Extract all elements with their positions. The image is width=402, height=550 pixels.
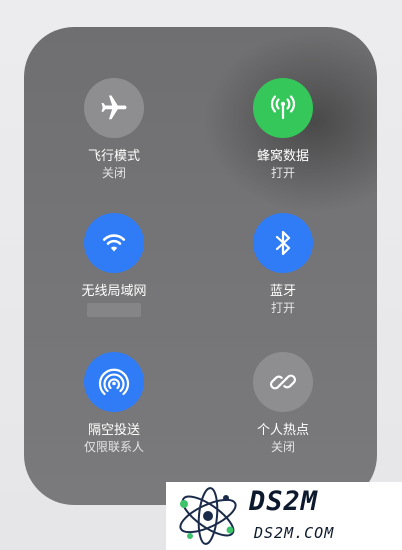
hotspot-button[interactable]: [253, 352, 313, 412]
cellular-data-toggle[interactable]: 蜂窝数据 打开: [208, 78, 358, 182]
blurred-network-name: [87, 303, 141, 317]
watermark: DS2M DS2M.COM: [166, 482, 402, 550]
hotspot-link-icon: [270, 374, 296, 390]
hotspot-status: 关闭: [270, 440, 295, 454]
bluetooth-button[interactable]: [253, 213, 313, 273]
airdrop-label: 隔空投送: [87, 423, 140, 438]
airdrop-icon: [98, 368, 130, 396]
wifi-toggle[interactable]: 无线局域网: [39, 213, 189, 322]
bluetooth-status: 打开: [270, 301, 295, 315]
airplane-mode-status: 关闭: [101, 166, 126, 180]
hotspot-label: 个人热点: [256, 423, 309, 438]
antenna-icon: [270, 95, 296, 120]
cellular-data-status: 打开: [270, 166, 295, 180]
bluetooth-toggle[interactable]: 蓝牙 打开: [208, 213, 358, 317]
control-center-panel: 飞行模式 关闭 蜂窝数据 打开 无线局域网 蓝牙 打开 隔空投送 仅限联系人 个…: [24, 27, 377, 505]
wifi-button[interactable]: [84, 213, 144, 273]
airplane-icon: [101, 95, 127, 120]
atom-logo-icon: [179, 487, 237, 545]
watermark-title: DS2M: [249, 486, 319, 517]
airplane-mode-button[interactable]: [84, 78, 144, 138]
airdrop-status: 仅限联系人: [83, 440, 144, 454]
airdrop-button[interactable]: [84, 352, 144, 412]
wifi-label: 无线局域网: [81, 284, 147, 299]
bluetooth-icon: [275, 230, 291, 256]
airplane-mode-label: 飞行模式: [87, 149, 140, 164]
airplane-mode-toggle[interactable]: 飞行模式 关闭: [39, 78, 189, 182]
airdrop-toggle[interactable]: 隔空投送 仅限联系人: [39, 352, 189, 456]
watermark-subtitle: DS2M.COM: [254, 524, 335, 542]
cellular-data-label: 蜂窝数据: [256, 149, 309, 164]
wifi-status: [39, 300, 189, 322]
wifi-icon: [102, 234, 126, 252]
cellular-data-button[interactable]: [253, 78, 313, 138]
hotspot-toggle[interactable]: 个人热点 关闭: [208, 352, 358, 456]
bluetooth-label: 蓝牙: [269, 284, 296, 299]
